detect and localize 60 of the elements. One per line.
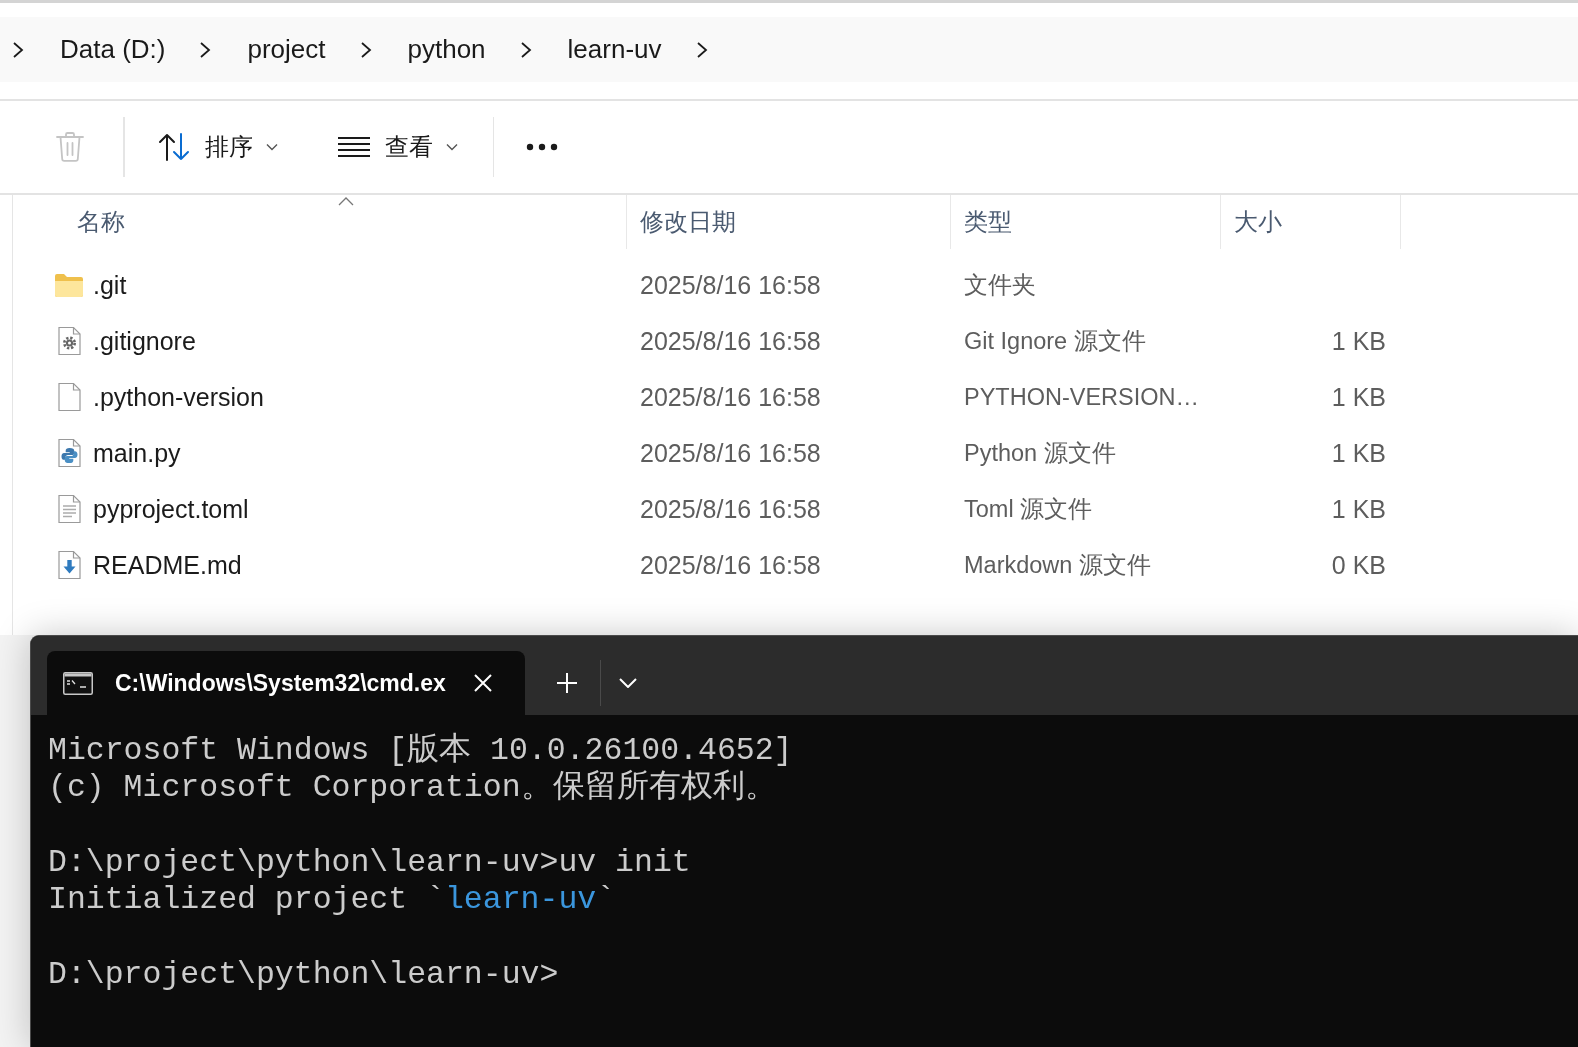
file-size: 1 KB (1331, 326, 1386, 356)
terminal-line: (c) Microsoft Corporation。保留所有权利。 (48, 769, 778, 807)
file-name: .python-version (93, 382, 264, 412)
terminal-tab[interactable]: C:\Windows\System32\cmd.ex (47, 651, 525, 715)
file-type: Python 源文件 (964, 439, 1116, 468)
chevron-down-icon (265, 143, 278, 151)
chevron-down-icon (619, 678, 637, 688)
chevron-right-icon[interactable] (359, 40, 372, 59)
file-name: main.py (93, 438, 181, 468)
breadcrumb-item[interactable]: learn-uv (563, 28, 666, 71)
modified-date: 2025/8/16 16:58 (640, 326, 821, 356)
chevron-right-icon[interactable] (695, 40, 708, 59)
file-row[interactable]: .git 2025/8/16 16:58 文件夹 (13, 257, 1578, 313)
trash-icon (55, 131, 85, 163)
chevron-right-icon[interactable] (12, 40, 24, 59)
modified-date: 2025/8/16 16:58 (640, 438, 821, 468)
more-icon (526, 143, 558, 151)
modified-date: 2025/8/16 16:58 (640, 382, 821, 412)
terminal-line: Initialized project `learn-uv` (48, 881, 617, 919)
terminal-line: D:\project\python\learn-uv>uv init (48, 843, 692, 882)
file-size: 1 KB (1331, 382, 1386, 412)
close-icon (474, 674, 492, 692)
list-lines-icon (337, 136, 370, 158)
file-row[interactable]: .python-version 2025/8/16 16:58 PYTHON-VERSION… 1 KB (13, 369, 1578, 425)
column-header[interactable]: 修改日期 (640, 206, 736, 238)
terminal-line: D:\project\python\learn-uv> (48, 955, 560, 994)
file-type: Toml 源文件 (964, 495, 1093, 524)
file-name: README.md (93, 550, 242, 580)
file-type: 文件夹 (964, 271, 1036, 300)
column-header[interactable]: 类型 (964, 206, 1012, 238)
modified-date: 2025/8/16 16:58 (640, 494, 821, 524)
chevron-down-icon (445, 143, 458, 151)
file-size: 1 KB (1331, 494, 1386, 524)
view-button[interactable]: 查看 (325, 119, 470, 175)
file-name: pyproject.toml (93, 494, 249, 524)
modified-date: 2025/8/16 16:58 (640, 270, 821, 300)
file-size: 1 KB (1331, 438, 1386, 468)
plus-icon (556, 672, 578, 694)
file-type: PYTHON-VERSION… (964, 383, 1200, 411)
file-row[interactable]: README.md 2025/8/16 16:58 Markdown 源文件 0 KB (13, 537, 1578, 593)
terminal-line: Microsoft Windows [版本 10.0.26100.4652] (48, 732, 794, 769)
column-header[interactable]: 大小 (1234, 206, 1282, 238)
modified-date: 2025/8/16 16:58 (640, 550, 821, 580)
chevron-right-icon[interactable] (519, 40, 532, 59)
sort-button[interactable]: 排序 (145, 119, 290, 175)
file-row[interactable]: pyproject.toml 2025/8/16 16:58 Toml 源文件 1 KB (13, 481, 1578, 537)
breadcrumb-item[interactable]: project (243, 28, 330, 71)
file-name: .git (93, 270, 127, 300)
chevron-right-icon[interactable] (199, 40, 212, 59)
breadcrumb-item[interactable]: Data (D:) (56, 28, 170, 71)
file-row[interactable]: main.py 2025/8/16 16:58 Python 源文件 1 KB (13, 425, 1578, 481)
file-size: 0 KB (1331, 550, 1386, 580)
file-name: .gitignore (93, 326, 196, 356)
file-row[interactable]: .gitignore 2025/8/16 16:58 Git Ignore 源文件 1 KB (13, 313, 1578, 369)
column-header[interactable]: 名称 (77, 206, 125, 238)
file-type: Markdown 源文件 (964, 551, 1151, 580)
sort-arrows-icon (157, 133, 190, 161)
file-type: Git Ignore 源文件 (964, 327, 1146, 356)
breadcrumb-item[interactable]: python (403, 28, 490, 71)
console-window-icon (63, 671, 93, 695)
